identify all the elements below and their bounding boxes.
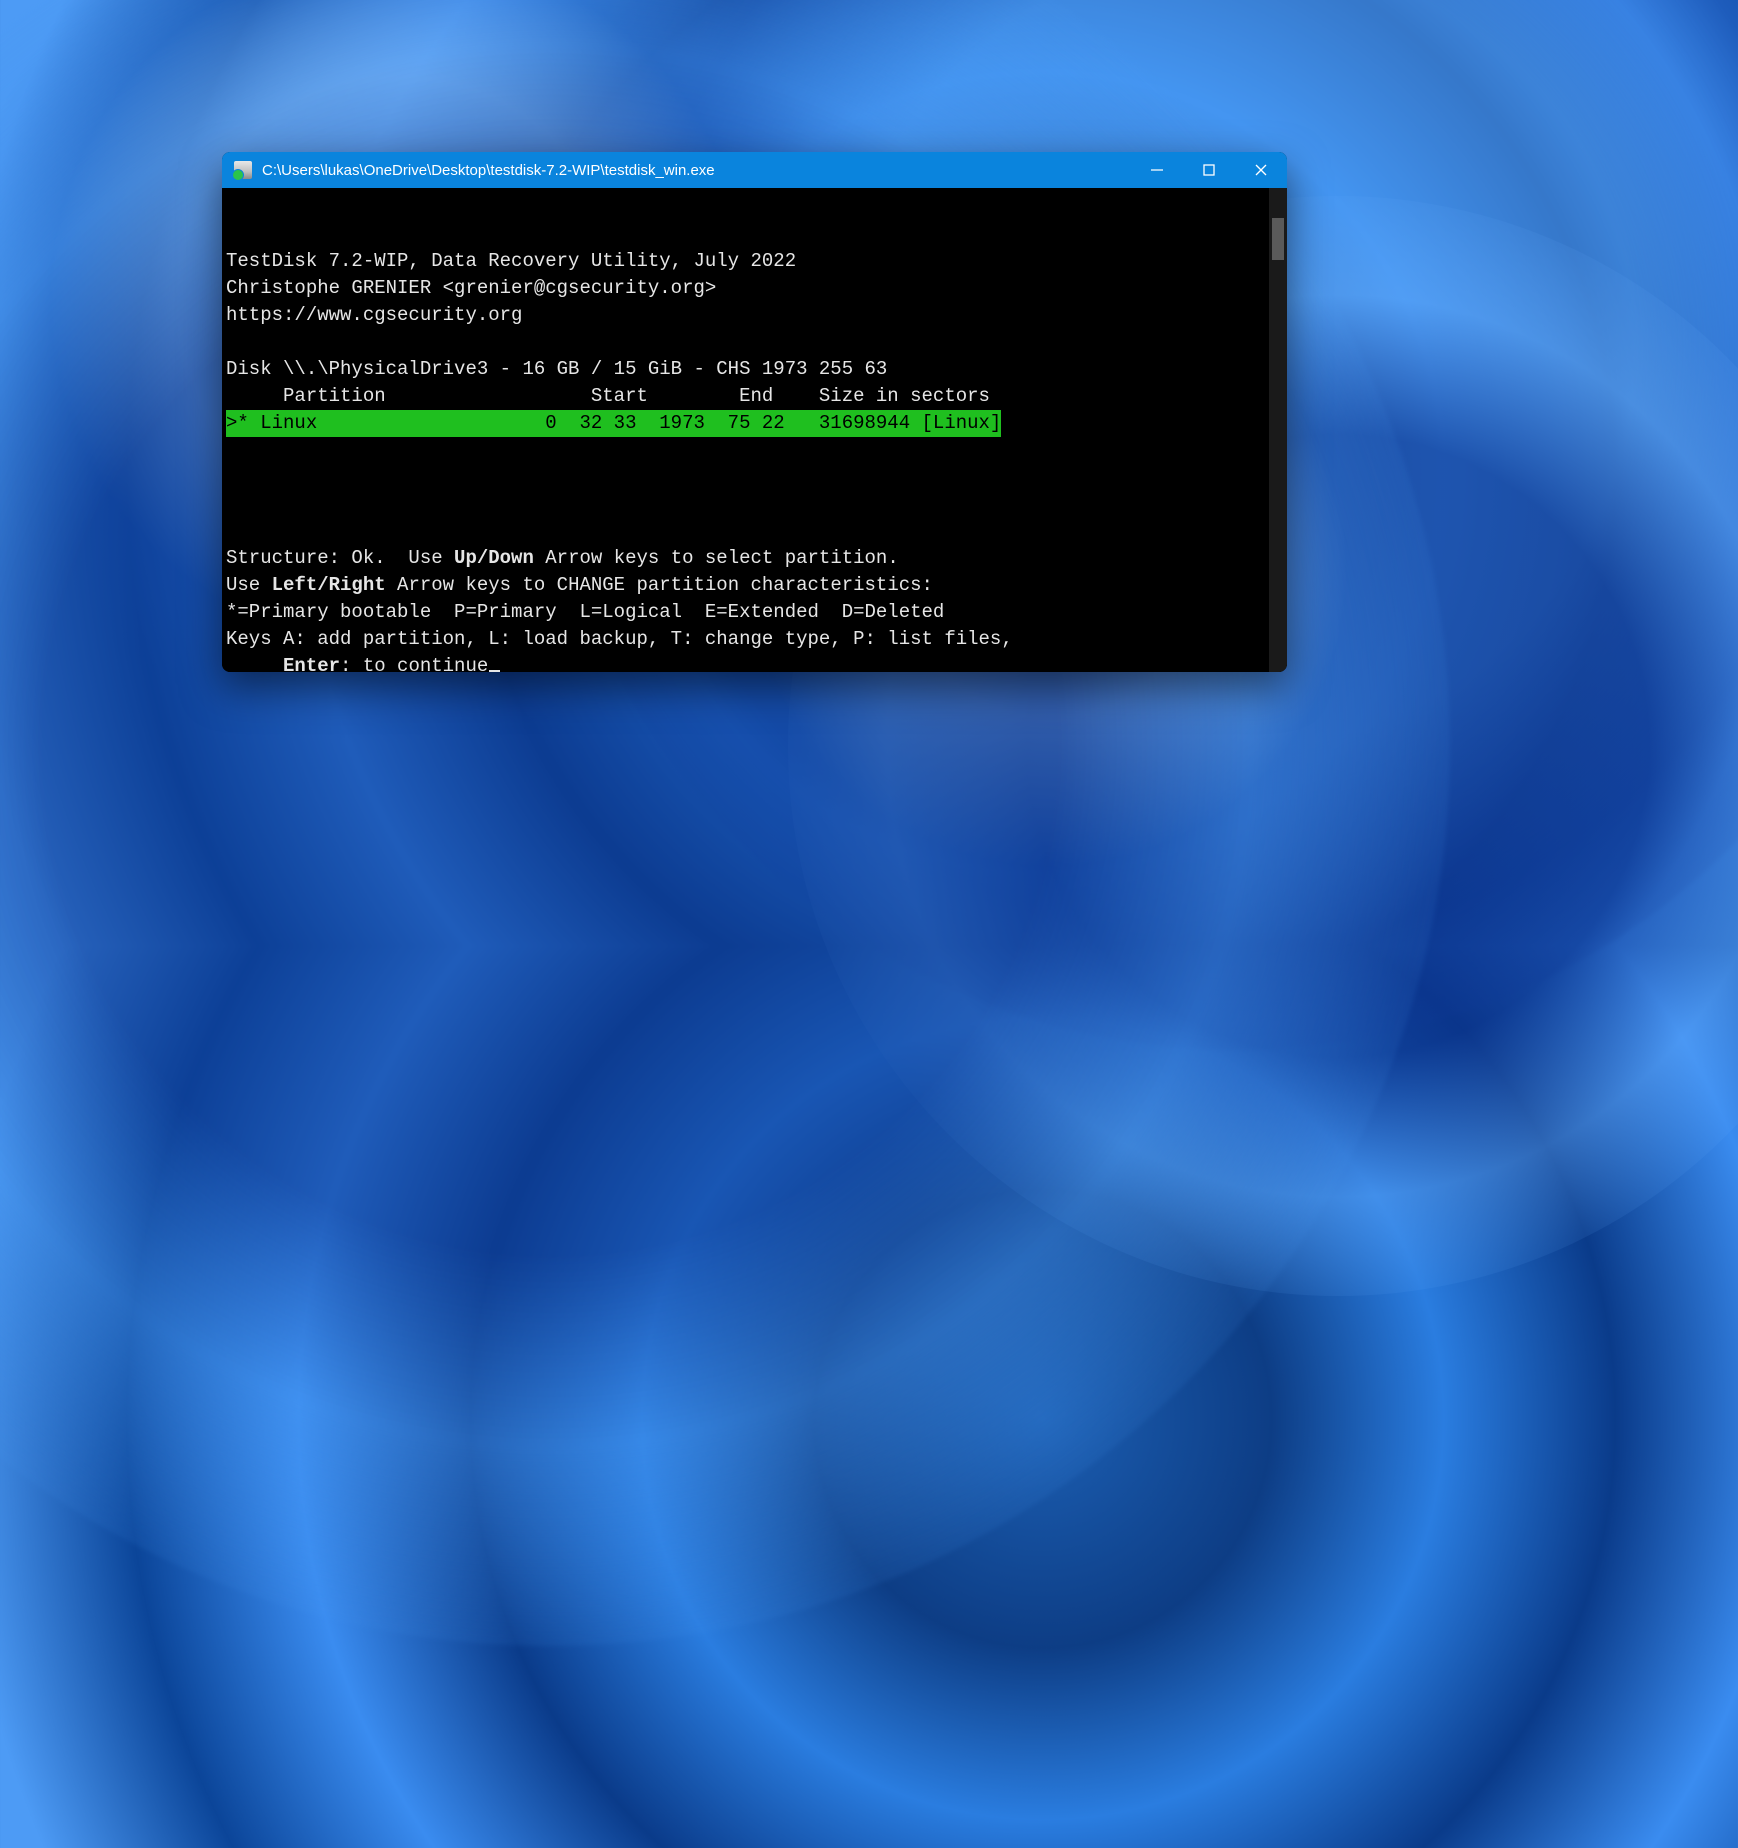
help-structure-prefix: Structure: Ok. Use xyxy=(226,547,454,569)
titlebar[interactable]: C:\Users\lukas\OneDrive\Desktop\testdisk… xyxy=(222,152,1287,188)
maximize-button[interactable] xyxy=(1183,152,1235,188)
scrollbar-thumb[interactable] xyxy=(1272,218,1284,260)
maximize-icon xyxy=(1202,163,1216,177)
help-updown: Up/Down xyxy=(454,547,534,569)
help-use-prefix: Use xyxy=(226,574,272,596)
help-legend: *=Primary bootable P=Primary L=Logical E… xyxy=(226,601,944,623)
help-enter: Enter xyxy=(283,655,340,672)
close-button[interactable] xyxy=(1235,152,1287,188)
window-title: C:\Users\lukas\OneDrive\Desktop\testdisk… xyxy=(262,162,715,179)
header-line-1: TestDisk 7.2-WIP, Data Recovery Utility,… xyxy=(226,250,796,272)
minimize-button[interactable] xyxy=(1131,152,1183,188)
help-enter-suffix: : to continue xyxy=(340,655,488,672)
partition-columns: Partition Start End Size in sectors xyxy=(226,385,990,407)
scrollbar-track[interactable] xyxy=(1269,188,1287,672)
partition-row-selected[interactable]: >* Linux 0 32 33 1973 75 22 31698944 [Li… xyxy=(226,410,1001,437)
terminal-window: C:\Users\lukas\OneDrive\Desktop\testdisk… xyxy=(222,152,1287,672)
close-icon xyxy=(1254,163,1268,177)
header-line-3: https://www.cgsecurity.org xyxy=(226,304,522,326)
disk-info: Disk \\.\PhysicalDrive3 - 16 GB / 15 GiB… xyxy=(226,358,887,380)
help-keys: Keys A: add partition, L: load backup, T… xyxy=(226,628,1013,650)
terminal-body[interactable]: TestDisk 7.2-WIP, Data Recovery Utility,… xyxy=(222,188,1287,672)
help-use-suffix: Arrow keys to CHANGE partition character… xyxy=(386,574,933,596)
help-leftright: Left/Right xyxy=(272,574,386,596)
app-icon xyxy=(234,161,252,179)
minimize-icon xyxy=(1150,163,1164,177)
help-enter-prefix xyxy=(226,655,283,672)
cursor xyxy=(489,670,500,672)
help-structure-suffix: Arrow keys to select partition. xyxy=(534,547,899,569)
header-line-2: Christophe GRENIER <grenier@cgsecurity.o… xyxy=(226,277,716,299)
terminal-content: TestDisk 7.2-WIP, Data Recovery Utility,… xyxy=(222,248,1287,672)
